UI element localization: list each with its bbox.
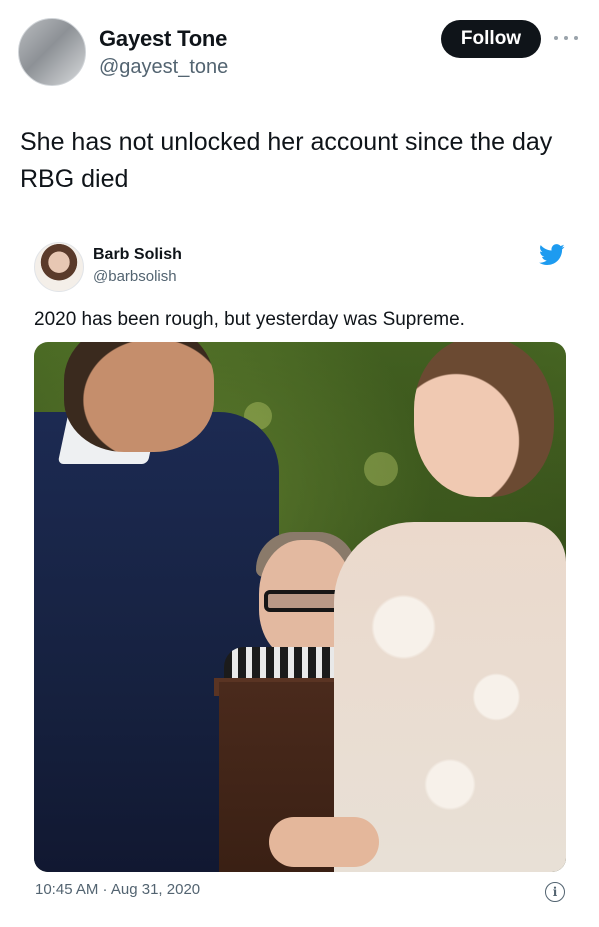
- author-name[interactable]: Gayest Tone: [99, 26, 227, 52]
- info-icon[interactable]: i: [545, 882, 565, 902]
- twitter-bird-icon[interactable]: [539, 244, 565, 266]
- embedded-author-handle[interactable]: @barbsolish: [93, 268, 177, 285]
- tweet-photo[interactable]: [34, 342, 566, 872]
- tweet-text-line: RBG died: [20, 165, 129, 193]
- embedded-author-avatar[interactable]: [34, 242, 84, 292]
- tweet-text: She has not unlocked her account since t…: [20, 124, 585, 198]
- tweet-timestamp[interactable]: 10:45 AM · Aug 31, 2020: [35, 881, 200, 898]
- author-handle[interactable]: @gayest_tone: [99, 56, 228, 79]
- embedded-author-name[interactable]: Barb Solish: [93, 246, 182, 264]
- follow-button[interactable]: Follow: [441, 20, 541, 58]
- embedded-tweet-text: 2020 has been rough, but yesterday was S…: [34, 309, 465, 330]
- tweet-text-line: She has not unlocked her account since t…: [20, 128, 553, 156]
- embedded-tweet-card[interactable]: Barb Solish @barbsolish 2020 has been ro…: [17, 222, 584, 919]
- more-options-icon[interactable]: [554, 28, 578, 48]
- author-avatar[interactable]: [18, 18, 86, 86]
